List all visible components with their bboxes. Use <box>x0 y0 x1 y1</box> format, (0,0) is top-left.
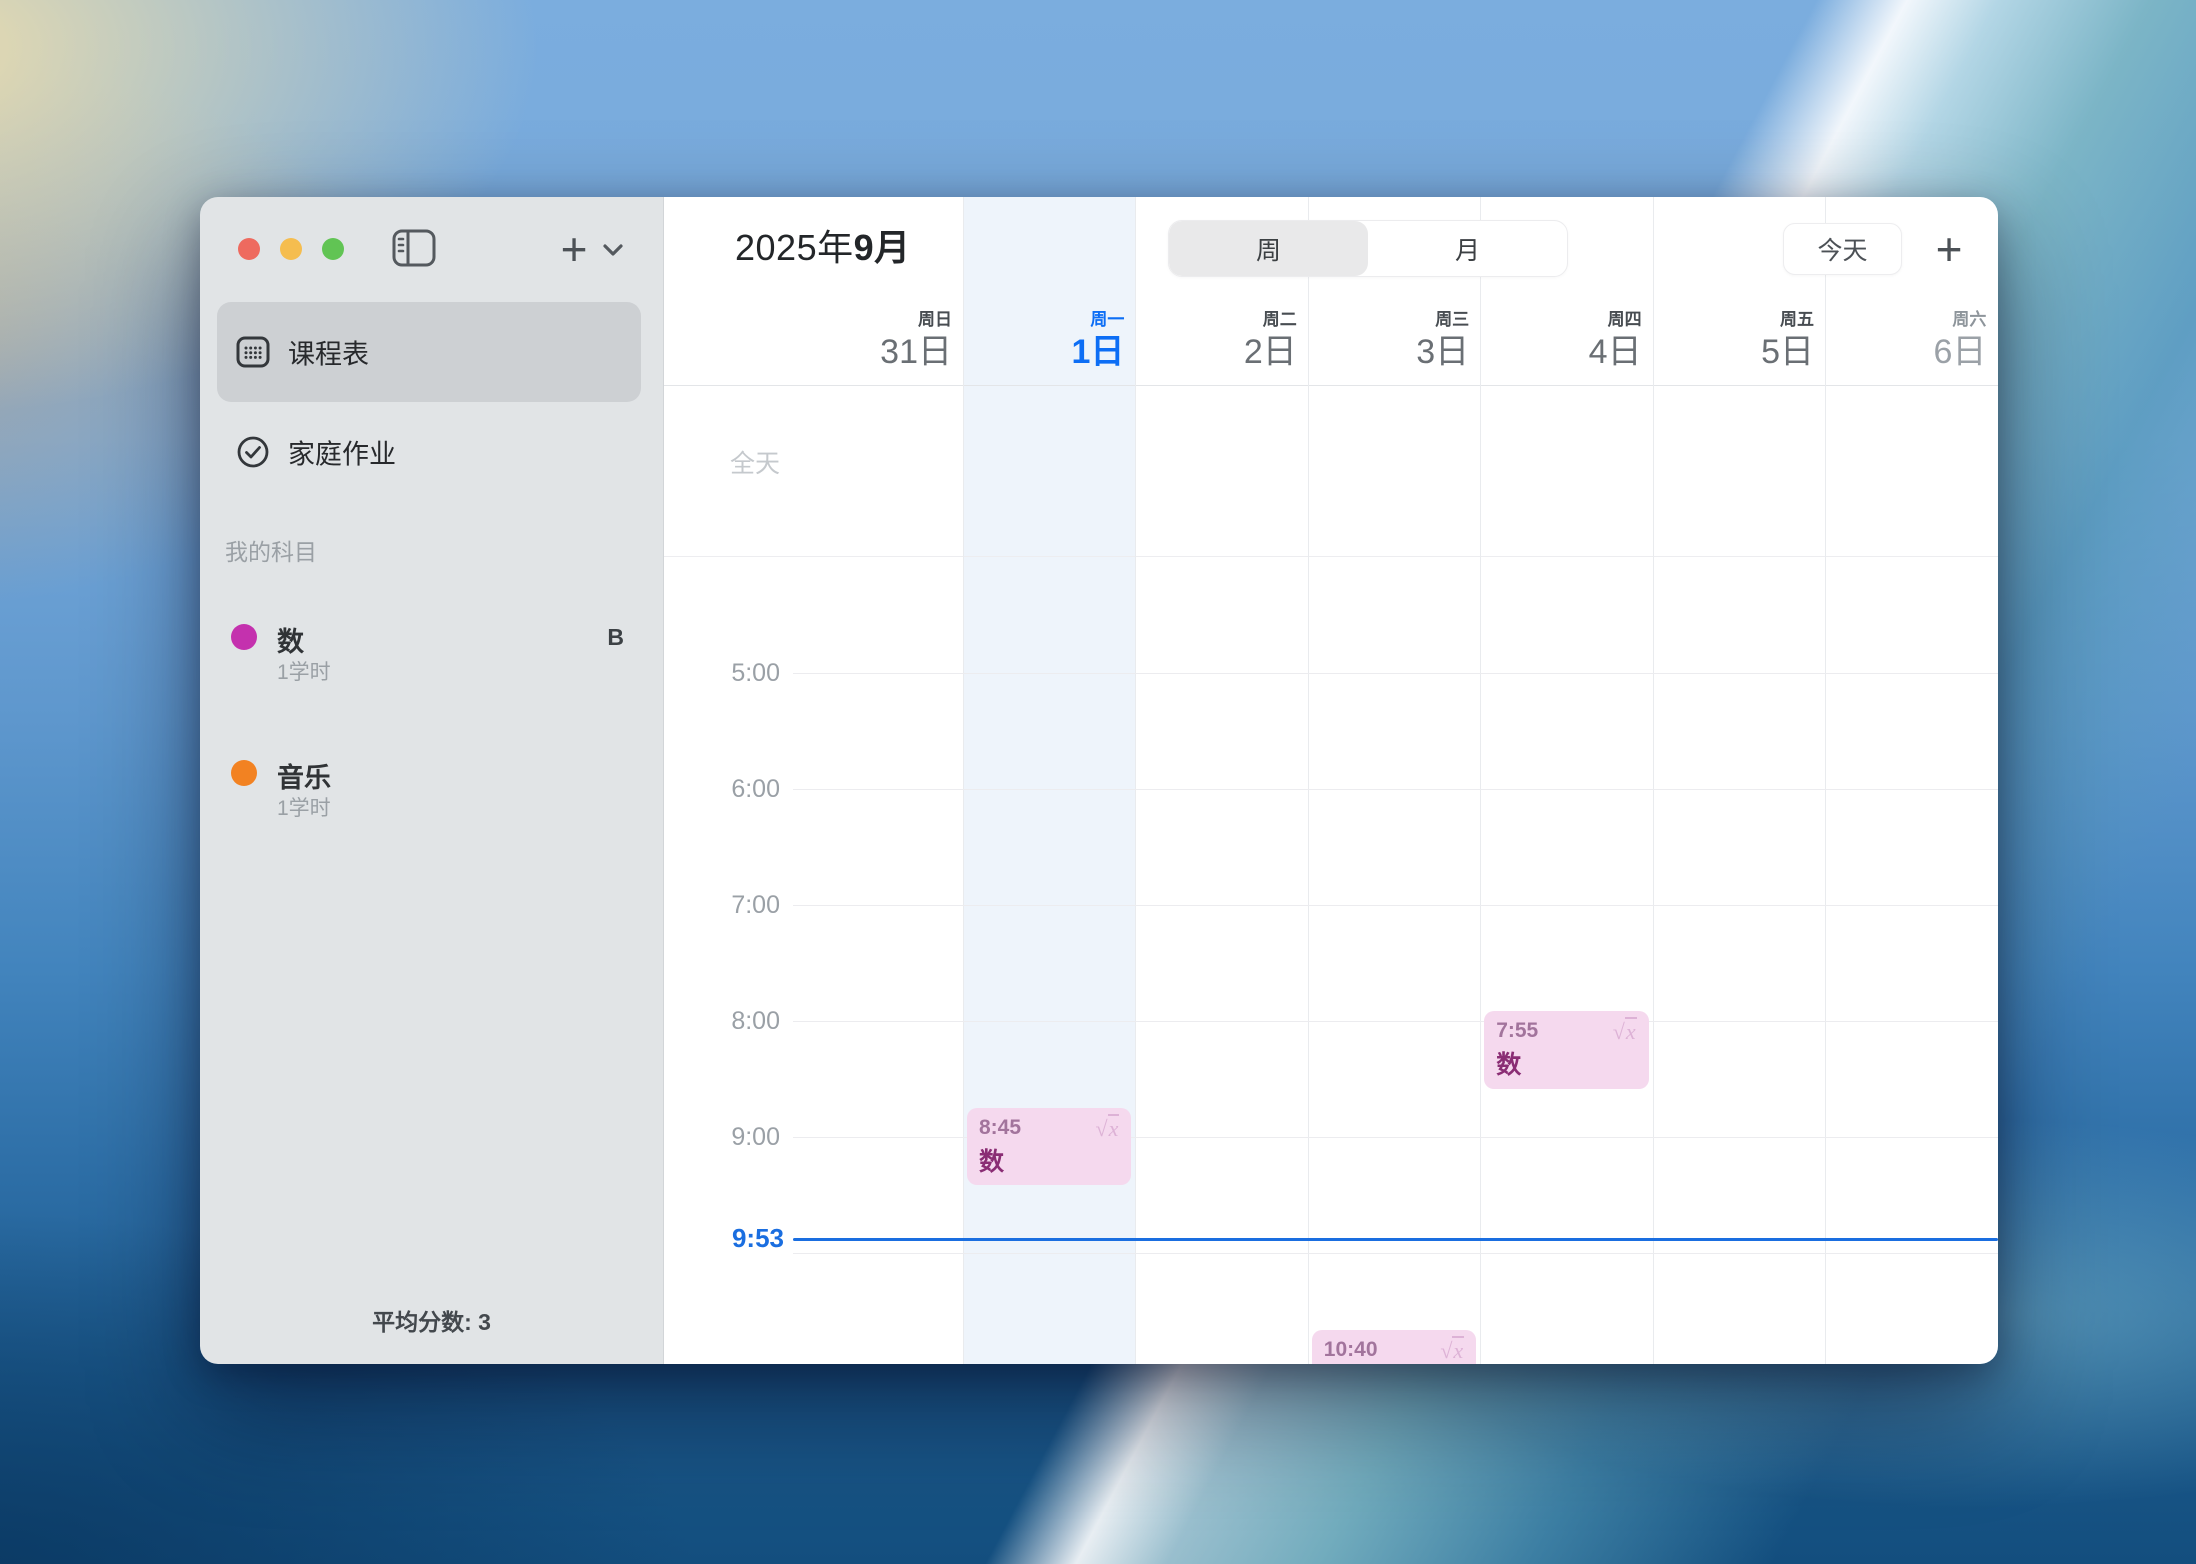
desktop-wallpaper: + 课程表 家庭作业 我的科目 数 1学时 B 音乐 1学时 平均分数: 3 全… <box>0 0 2196 1564</box>
add-menu-chevron-button[interactable] <box>598 231 628 271</box>
window-controls <box>238 238 344 260</box>
add-sidebar-item-button[interactable]: + <box>550 223 598 275</box>
sidebar-item-homework[interactable]: 家庭作业 <box>217 402 641 502</box>
zoom-window-button[interactable] <box>322 238 344 260</box>
chevron-down-icon <box>603 243 623 256</box>
calendar-grid-icon <box>235 334 271 370</box>
circle-check-icon <box>235 434 271 470</box>
subject-color-dot <box>231 760 257 786</box>
subject-hours: 1学时 <box>277 797 331 820</box>
sidebar-nav-label: 家庭作业 <box>288 439 396 470</box>
subject-hours: 1学时 <box>277 661 331 684</box>
subject-color-dot <box>231 624 257 650</box>
sidebar: + 课程表 家庭作业 我的科目 数 1学时 B 音乐 1学时 平均分数: 3 <box>200 197 664 1364</box>
subject-name: 数 <box>277 627 304 657</box>
sidebar-toggle-icon <box>392 229 436 266</box>
subject-name: 音乐 <box>277 763 331 793</box>
subject-row[interactable]: 数 1学时 B <box>217 612 641 702</box>
sidebar-nav-label: 课程表 <box>288 339 369 370</box>
sidebar-item-timetable[interactable]: 课程表 <box>217 302 641 402</box>
toggle-sidebar-button[interactable] <box>390 227 438 271</box>
close-window-button[interactable] <box>238 238 260 260</box>
now-indicator-layer: 9:53 <box>664 197 1998 1364</box>
current-time-line <box>793 1238 1998 1242</box>
sidebar-section-title: 我的科目 <box>225 539 317 565</box>
current-time-label: 9:53 <box>731 1223 784 1254</box>
subject-grade-badge: B <box>607 624 624 650</box>
calendar-main: 全天 5:00 6:00 7:00 8:00 9:00 2025年9月 周月 今天 + … <box>664 197 1998 1364</box>
minimize-window-button[interactable] <box>280 238 302 260</box>
average-score-label: 平均分数: 3 <box>372 1309 491 1335</box>
app-window: + 课程表 家庭作业 我的科目 数 1学时 B 音乐 1学时 平均分数: 3 全… <box>200 197 1998 1364</box>
subject-row[interactable]: 音乐 1学时 <box>217 748 641 838</box>
